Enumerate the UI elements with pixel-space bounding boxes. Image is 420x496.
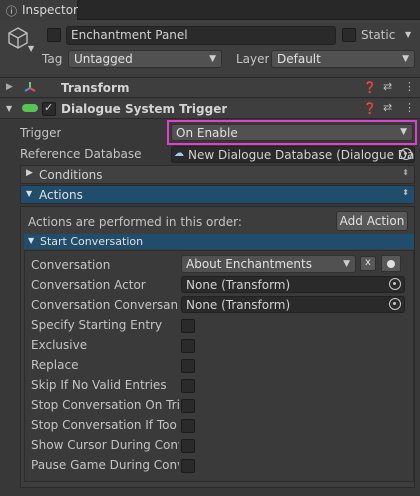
add-action-label: Add Action (339, 214, 405, 228)
tag-dropdown[interactable]: Untagged ▼ (68, 50, 222, 68)
conversation-picker-button[interactable] (381, 255, 401, 272)
static-label: Static (361, 28, 396, 42)
trigger-dropdown[interactable]: On Enable ▼ (171, 124, 413, 141)
clear-label: x (365, 257, 371, 268)
dialogue-trigger-title: Dialogue System Trigger (61, 102, 228, 116)
reorder-icon: ⬍ (402, 188, 409, 197)
conversation-value: About Enchantments (186, 257, 312, 271)
conversation-label: Conversation (31, 258, 111, 272)
layer-label: Layer (236, 52, 270, 66)
object-picker-icon[interactable] (389, 298, 401, 310)
chevron-down-icon[interactable]: ▼ (405, 30, 411, 39)
static-checkbox[interactable] (342, 28, 356, 42)
component-enabled-checkbox[interactable]: ✓ (42, 101, 56, 116)
conversant-field[interactable]: None (Transform) (181, 296, 405, 313)
option-checkbox[interactable] (181, 379, 195, 393)
conversant-value: None (Transform) (186, 298, 291, 312)
actions-foldout[interactable]: ▼ Actions ⬍ (20, 185, 415, 204)
option-checkbox[interactable] (181, 359, 195, 373)
chevron-down-icon: ▼ (209, 54, 216, 64)
actions-label: Actions (39, 188, 83, 202)
record-icon (387, 260, 395, 268)
option-checkbox[interactable] (181, 459, 195, 473)
active-checkbox[interactable] (47, 28, 61, 42)
conversant-label: Conversation Conversant (31, 298, 177, 312)
actions-order-text: Actions are performed in this order: (28, 215, 242, 229)
add-action-button[interactable]: Add Action (336, 211, 408, 231)
checkbox-label: Stop Conversation On Trig (31, 398, 179, 412)
help-icon[interactable]: ❓ (363, 102, 377, 115)
conditions-label: Conditions (39, 168, 103, 182)
option-checkbox[interactable] (181, 399, 195, 413)
chevron-down-icon[interactable]: ▼ (6, 104, 12, 113)
object-name: Enchantment Panel (71, 28, 188, 42)
checkbox-label: Replace (31, 358, 79, 372)
database-field[interactable]: ☁ New Dialogue Database (Dialogue Da (171, 146, 415, 163)
option-checkbox[interactable] (181, 439, 195, 453)
presets-icon[interactable]: ⇄ (383, 101, 392, 114)
tab-inspector[interactable]: ⓘ Inspector (0, 0, 78, 20)
chevron-right-icon[interactable]: ▶ (6, 82, 13, 92)
info-icon: ⓘ (6, 5, 17, 18)
presets-icon[interactable]: ⇄ (383, 80, 392, 93)
checkbox-label: Pause Game During Conve (31, 458, 179, 472)
checkbox-label: Show Cursor During Conve (31, 438, 179, 452)
chevron-down-icon: ▼ (26, 189, 33, 198)
transform-title: Transform (61, 81, 130, 95)
checkmark-icon: ✓ (44, 101, 54, 114)
chevron-down-icon: ▼ (343, 259, 350, 269)
object-picker-icon[interactable] (389, 278, 401, 290)
tab-label: Inspector (22, 3, 78, 17)
chevron-down-icon: ▼ (400, 127, 407, 137)
more-options-icon[interactable]: ⋮ (404, 80, 415, 93)
clear-button[interactable]: x (360, 256, 376, 271)
checkbox-label: Skip If No Valid Entries (31, 378, 167, 392)
checkbox-label: Specify Starting Entry (31, 318, 163, 332)
tag-value: Untagged (74, 52, 133, 66)
database-icon: ☁ (174, 148, 184, 159)
chevron-down-icon[interactable]: ▼ (28, 44, 34, 53)
conditions-foldout[interactable]: ▶ Conditions ⬍ (20, 165, 415, 184)
trigger-value: On Enable (176, 126, 238, 140)
checkbox-label: Exclusive (31, 338, 88, 352)
actor-label: Conversation Actor (31, 278, 146, 292)
reorder-icon: ⬍ (402, 168, 409, 177)
more-options-icon[interactable]: ⋮ (404, 101, 415, 114)
chevron-down-icon: ▼ (28, 236, 35, 245)
database-value: New Dialogue Database (Dialogue Da (188, 148, 415, 162)
object-name-field[interactable]: Enchantment Panel (66, 26, 336, 45)
checkbox-label: Stop Conversation If Too F (31, 418, 179, 432)
actor-field[interactable]: None (Transform) (181, 276, 405, 293)
start-conversation-label: Start Conversation (40, 235, 144, 248)
start-conversation-foldout[interactable]: ▼ Start Conversation (24, 234, 414, 249)
option-checkbox[interactable] (181, 419, 195, 433)
layer-value: Default (277, 52, 321, 66)
layer-dropdown[interactable]: Default ▼ (271, 50, 415, 68)
option-checkbox[interactable] (181, 319, 195, 333)
option-checkbox[interactable] (181, 339, 195, 353)
gameobject-icon (6, 26, 30, 50)
database-label: Reference Database (20, 147, 142, 161)
transform-icon (22, 80, 38, 96)
component-icon (22, 104, 38, 112)
conversation-dropdown[interactable]: About Enchantments ▼ (181, 255, 356, 273)
tag-label: Tag (42, 52, 63, 66)
trigger-label: Trigger (20, 126, 62, 140)
object-picker-icon[interactable] (400, 148, 412, 160)
actor-value: None (Transform) (186, 278, 291, 292)
chevron-right-icon: ▶ (26, 168, 33, 178)
chevron-down-icon: ▼ (402, 54, 409, 64)
help-icon[interactable]: ❓ (363, 81, 377, 94)
